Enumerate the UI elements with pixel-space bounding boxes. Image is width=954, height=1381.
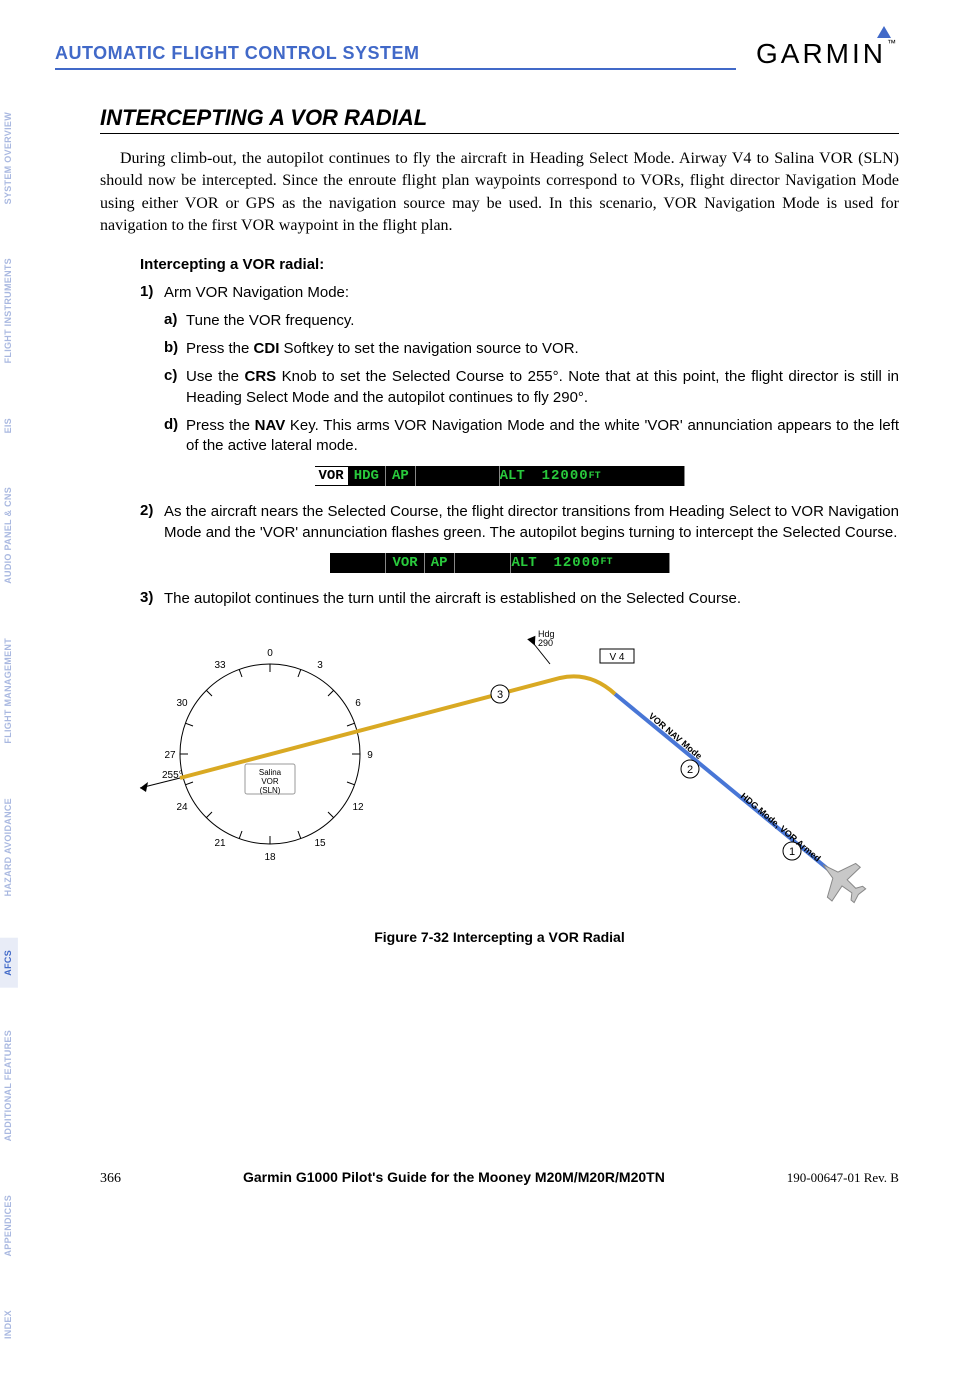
annun-alt: ALT bbox=[511, 555, 536, 571]
annun-ft: FT bbox=[601, 557, 613, 568]
svg-text:15: 15 bbox=[314, 838, 326, 849]
step-1: 1) Arm VOR Navigation Mode: bbox=[140, 283, 899, 303]
annun-alt-value: 12000 bbox=[554, 555, 601, 571]
annunciator-bar-1: VOR HDG AP ALT 12000FT bbox=[315, 466, 685, 486]
page-footer: 366 Garmin G1000 Pilot's Guide for the M… bbox=[100, 1169, 899, 1187]
tab-audio-panel[interactable]: AUDIO PANEL & CNS bbox=[0, 475, 18, 596]
svg-text:9: 9 bbox=[367, 750, 373, 761]
svg-text:2: 2 bbox=[686, 764, 692, 776]
svg-text:12: 12 bbox=[352, 802, 364, 813]
svg-text:21: 21 bbox=[214, 838, 226, 849]
svg-text:6: 6 bbox=[355, 698, 361, 709]
step-1a: a) Tune the VOR frequency. bbox=[164, 311, 899, 331]
logo-triangle-icon bbox=[877, 26, 891, 38]
annun-ap: AP bbox=[386, 466, 416, 486]
annun-ap: AP bbox=[425, 553, 455, 573]
step-2: 2) As the aircraft nears the Selected Co… bbox=[140, 502, 899, 543]
step-num: a) bbox=[164, 311, 186, 331]
heading-intercepting: INTERCEPTING A VOR RADIAL bbox=[100, 105, 899, 134]
svg-text:V 4: V 4 bbox=[609, 652, 624, 663]
tab-eis[interactable]: EIS bbox=[0, 406, 18, 445]
footer-revision: 190-00647-01 Rev. B bbox=[787, 1170, 899, 1186]
svg-text:30: 30 bbox=[176, 698, 188, 709]
annun-ft: FT bbox=[589, 471, 601, 482]
svg-text:VOR NAV Mode: VOR NAV Mode bbox=[646, 711, 703, 761]
tab-afcs[interactable]: AFCS bbox=[0, 938, 18, 988]
svg-text:24: 24 bbox=[176, 802, 188, 813]
intro-paragraph: During climb-out, the autopilot continue… bbox=[100, 148, 899, 238]
step-text: The autopilot continues the turn until t… bbox=[164, 589, 899, 609]
svg-text:Salina: Salina bbox=[258, 768, 281, 777]
svg-text:0: 0 bbox=[267, 648, 273, 659]
procedure-subhead: Intercepting a VOR radial: bbox=[140, 256, 899, 273]
tab-index[interactable]: INDEX bbox=[0, 1298, 18, 1351]
annun-alt-value: 12000 bbox=[542, 468, 589, 484]
annun-vor-active: VOR bbox=[386, 553, 424, 573]
page-number: 366 bbox=[100, 1171, 121, 1187]
section-title: AUTOMATIC FLIGHT CONTROL SYSTEM bbox=[55, 43, 736, 70]
svg-text:255°: 255° bbox=[162, 770, 183, 781]
footer-title: Garmin G1000 Pilot's Guide for the Moone… bbox=[243, 1169, 665, 1185]
tab-flight-management[interactable]: FLIGHT MANAGEMENT bbox=[0, 626, 18, 756]
page-content: INTERCEPTING A VOR RADIAL During climb-o… bbox=[100, 105, 899, 945]
annun-hdg: HDG bbox=[348, 466, 386, 486]
annunciator-bar-2: VOR AP ALT 12000FT bbox=[330, 553, 670, 573]
page-header: AUTOMATIC FLIGHT CONTROL SYSTEM GARMIN™ bbox=[55, 38, 899, 70]
svg-text:3: 3 bbox=[496, 689, 502, 701]
svg-text:(SLN): (SLN) bbox=[259, 786, 280, 795]
logo-text: GARMIN bbox=[756, 38, 886, 69]
garmin-logo: GARMIN™ bbox=[756, 38, 899, 70]
svg-text:VOR: VOR bbox=[261, 777, 279, 786]
svg-text:27: 27 bbox=[164, 750, 176, 761]
step-text: Arm VOR Navigation Mode: bbox=[164, 283, 899, 303]
step-num: b) bbox=[164, 339, 186, 359]
logo-tm: ™ bbox=[887, 38, 899, 48]
svg-text:33: 33 bbox=[214, 660, 226, 671]
tab-additional-features[interactable]: ADDITIONAL FEATURES bbox=[0, 1018, 18, 1153]
side-tabs: SYSTEM OVERVIEW FLIGHT INSTRUMENTS EIS A… bbox=[0, 100, 50, 1381]
step-num: d) bbox=[164, 416, 186, 457]
step-text: Tune the VOR frequency. bbox=[186, 311, 899, 331]
svg-text:3: 3 bbox=[317, 660, 323, 671]
step-text: Press the CDI Softkey to set the navigat… bbox=[186, 339, 899, 359]
step-1b: b) Press the CDI Softkey to set the navi… bbox=[164, 339, 899, 359]
annun-alt: ALT bbox=[500, 468, 525, 484]
svg-text:290: 290 bbox=[538, 638, 553, 648]
tab-flight-instruments[interactable]: FLIGHT INSTRUMENTS bbox=[0, 246, 18, 375]
step-num: 1) bbox=[140, 283, 164, 303]
step-num: 2) bbox=[140, 502, 164, 543]
step-text: Press the NAV Key. This arms VOR Navigat… bbox=[186, 416, 899, 457]
figure-caption: Figure 7-32 Intercepting a VOR Radial bbox=[100, 929, 899, 945]
tab-hazard-avoidance[interactable]: HAZARD AVOIDANCE bbox=[0, 786, 18, 908]
figure-7-32: 0 3 6 9 12 15 18 21 24 27 30 33 bbox=[120, 619, 880, 919]
step-text: As the aircraft nears the Selected Cours… bbox=[164, 502, 899, 543]
tab-system-overview[interactable]: SYSTEM OVERVIEW bbox=[0, 100, 18, 216]
svg-text:HDG Mode, VOR Armed: HDG Mode, VOR Armed bbox=[738, 791, 822, 864]
svg-text:1: 1 bbox=[788, 846, 794, 858]
step-3: 3) The autopilot continues the turn unti… bbox=[140, 589, 899, 609]
step-num: 3) bbox=[140, 589, 164, 609]
svg-text:18: 18 bbox=[264, 852, 276, 863]
step-1d: d) Press the NAV Key. This arms VOR Navi… bbox=[164, 416, 899, 457]
tab-appendices[interactable]: APPENDICES bbox=[0, 1183, 18, 1269]
step-text: Use the CRS Knob to set the Selected Cou… bbox=[186, 367, 899, 408]
step-1c: c) Use the CRS Knob to set the Selected … bbox=[164, 367, 899, 408]
annun-vor-armed: VOR bbox=[315, 467, 348, 485]
step-num: c) bbox=[164, 367, 186, 408]
